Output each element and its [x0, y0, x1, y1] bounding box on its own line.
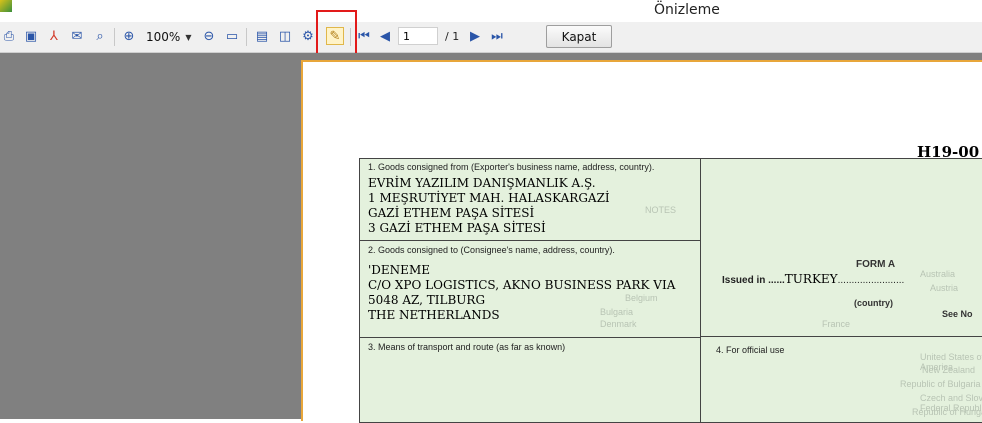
page-total: / 1: [445, 30, 460, 43]
background-text: Republic of Bulgaria: [900, 379, 981, 389]
find-icon[interactable]: ⌕: [91, 27, 109, 45]
issued-country: TURKEY: [784, 272, 838, 286]
exporter-line: 3 GAZİ ETHEM PAŞA SİTESİ: [368, 221, 546, 235]
page-view-icon[interactable]: ▭: [223, 27, 241, 45]
consignee-line: THE NETHERLANDS: [368, 308, 500, 322]
chevron-down-icon: ▼: [185, 32, 192, 42]
box3-label: 3. Means of transport and route (as far …: [368, 342, 566, 352]
zoom-value: 100%: [146, 30, 181, 44]
toolbar-separator: [246, 28, 247, 46]
document-page: H19-00 NOTES Australia Austria Belgium B…: [301, 60, 982, 423]
consignee-line: 'DENEME: [368, 263, 430, 277]
form-a-title: FORM A: [856, 259, 896, 270]
background-text: NOTES: [645, 205, 677, 215]
country-label: (country): [854, 298, 893, 308]
zoom-select[interactable]: 100% ▼: [146, 28, 192, 46]
see-notes: See No: [942, 309, 973, 319]
prev-page-icon[interactable]: ◀: [376, 27, 394, 45]
background-text: France: [822, 319, 851, 329]
save-icon[interactable]: ▣: [22, 27, 40, 45]
exporter-address: EVRİM YAZILIM DANIŞMANLIK A.Ş. 1 MEŞRUTİ…: [368, 176, 610, 236]
print-icon[interactable]: ⎙: [0, 27, 18, 45]
issued-in: Issued in ......TURKEY..................…: [722, 272, 904, 286]
background-text: Austria: [930, 283, 959, 293]
page-number-input[interactable]: [398, 27, 438, 45]
pdf-icon[interactable]: ⅄: [45, 27, 63, 45]
issued-prefix: Issued in ......: [722, 275, 785, 286]
multi-page-icon[interactable]: ◫: [276, 27, 294, 45]
app-icon: [0, 0, 12, 12]
last-page-icon[interactable]: ⏭: [488, 27, 506, 45]
row-divider: [700, 336, 982, 337]
settings-icon[interactable]: ⚙: [299, 27, 317, 45]
next-page-icon[interactable]: ▶: [466, 27, 484, 45]
title-bar: Önizleme: [0, 0, 982, 22]
exporter-line: 1 MEŞRUTİYET MAH. HALASKARGAZİ: [368, 191, 610, 205]
row-divider: [360, 337, 700, 338]
consignee-line: 5048 AZ, TILBURG: [368, 293, 486, 307]
background-text: New Zealand: [922, 365, 976, 375]
email-icon[interactable]: ✉: [68, 27, 86, 45]
first-page-icon[interactable]: ⏮: [355, 27, 373, 45]
consignee-line: C/O XPO LOGISTICS, AKNO BUSINESS PARK VI…: [368, 278, 676, 292]
window-title: Önizleme: [654, 2, 720, 18]
background-text: Republic of Hungary: [912, 407, 982, 417]
toolbar-separator: [114, 28, 115, 46]
box2-label: 2. Goods consigned to (Consignee's name,…: [368, 245, 615, 255]
preview-area[interactable]: H19-00 NOTES Australia Austria Belgium B…: [0, 53, 982, 423]
certificate-form: NOTES Australia Austria Belgium Bulgaria…: [359, 158, 982, 423]
box1-label: 1. Goods consigned from (Exporter's busi…: [368, 162, 655, 172]
close-button[interactable]: Kapat: [546, 25, 612, 48]
exporter-line: GAZİ ETHEM PAŞA SİTESİ: [368, 206, 535, 220]
box4-label: 4. For official use: [716, 345, 785, 355]
consignee-address: 'DENEME C/O XPO LOGISTICS, AKNO BUSINESS…: [368, 263, 675, 323]
toolbar: ⎙ ▣ ⅄ ✉ ⌕ ⊕ 100% ▼ ⊖ ▭ ▤ ◫ ⚙ ✎ ⏮ ◀ / 1 ▶…: [0, 22, 982, 53]
issued-suffix: ........................: [837, 275, 905, 286]
exporter-line: EVRİM YAZILIM DANIŞMANLIK A.Ş.: [368, 176, 596, 190]
zoom-in-icon[interactable]: ⊕: [120, 27, 138, 45]
background-text: Australia: [920, 269, 956, 279]
column-divider: [700, 159, 701, 422]
zoom-out-icon[interactable]: ⊖: [200, 27, 218, 45]
row-divider: [360, 240, 700, 241]
single-page-icon[interactable]: ▤: [253, 27, 271, 45]
